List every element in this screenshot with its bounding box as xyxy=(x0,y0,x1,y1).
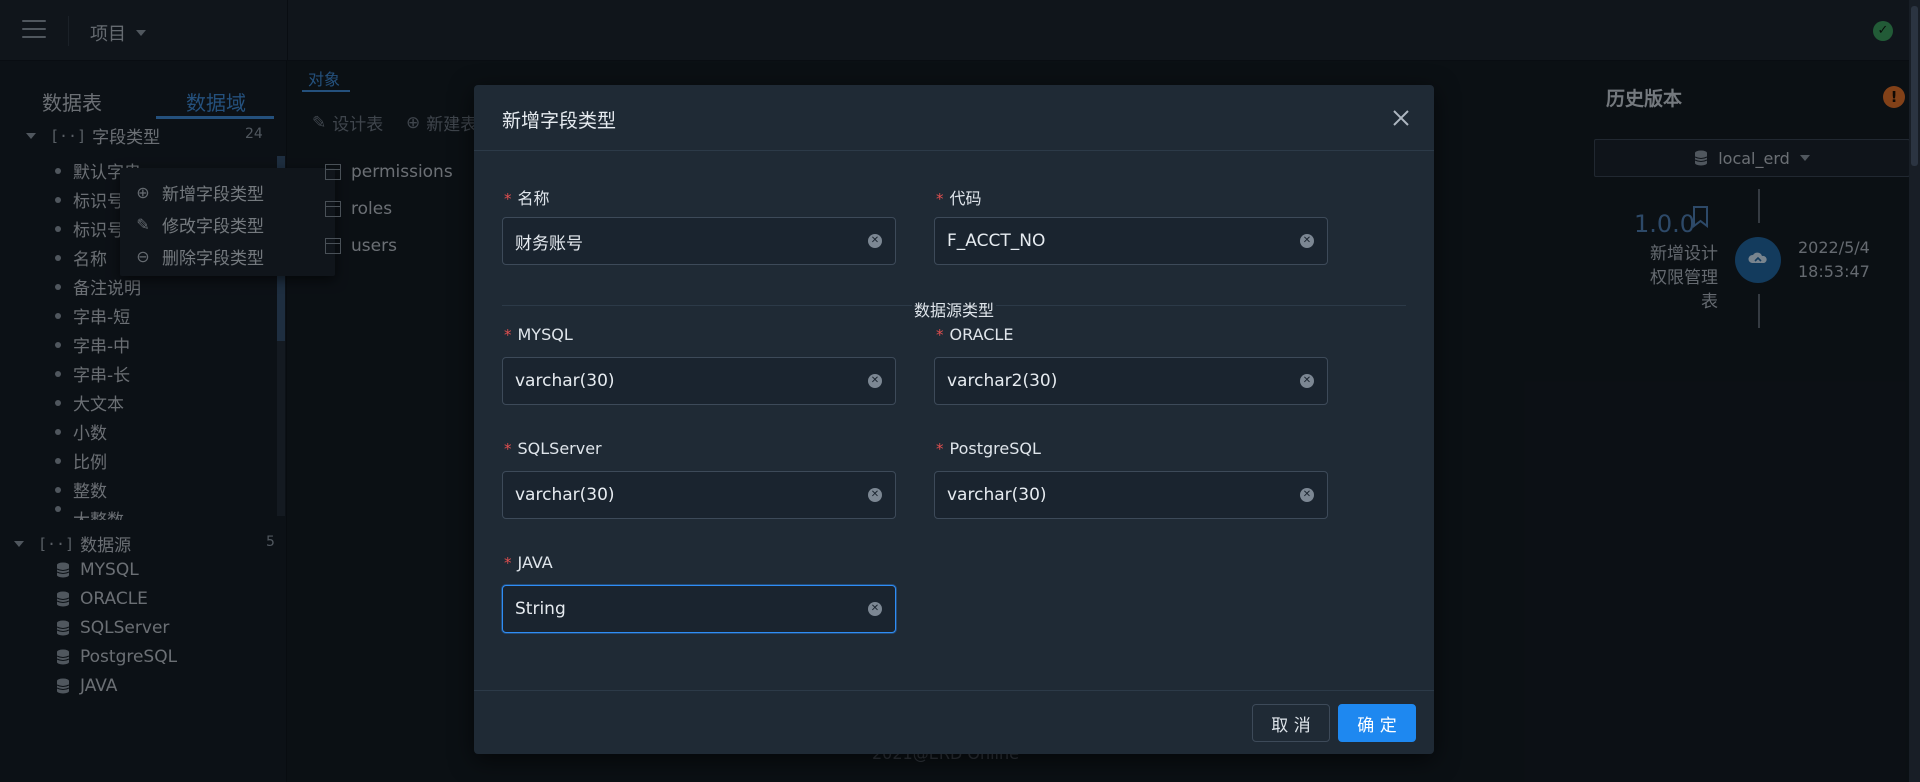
java-input-box: ✕ xyxy=(502,585,896,633)
oracle-input-box: ✕ xyxy=(934,357,1328,405)
required-asterisk: * xyxy=(504,326,512,344)
required-asterisk: * xyxy=(504,440,512,458)
clear-icon[interactable]: ✕ xyxy=(868,374,882,388)
oracle-input[interactable] xyxy=(947,358,1287,404)
java-input[interactable] xyxy=(515,586,855,632)
postgresql-label-text: PostgreSQL xyxy=(949,439,1041,458)
clear-icon[interactable]: ✕ xyxy=(1300,488,1314,502)
code-input[interactable] xyxy=(947,218,1287,264)
dialog-title: 新增字段类型 xyxy=(502,110,617,132)
confirm-button[interactable]: 确 定 xyxy=(1338,704,1416,742)
required-asterisk: * xyxy=(936,190,944,208)
required-asterisk: * xyxy=(504,190,512,208)
close-icon[interactable] xyxy=(1390,107,1412,129)
sqlserver-field-label: * SQLServer xyxy=(504,439,602,458)
add-field-type-dialog: 新增字段类型 * 名称 ✕ * 代码 ✕ 数据源类型 * MYSQL ✕ * ORACL… xyxy=(474,85,1434,754)
oracle-field-label: * ORACLE xyxy=(936,325,1013,344)
mysql-label-text: MYSQL xyxy=(517,325,573,344)
sqlserver-input-box: ✕ xyxy=(502,471,896,519)
oracle-label-text: ORACLE xyxy=(949,325,1014,344)
dialog-footer: 取 消 确 定 xyxy=(474,690,1434,754)
mysql-input-box: ✕ xyxy=(502,357,896,405)
clear-icon[interactable]: ✕ xyxy=(868,488,882,502)
required-asterisk: * xyxy=(504,554,512,572)
code-input-box: ✕ xyxy=(934,217,1328,265)
clear-icon[interactable]: ✕ xyxy=(868,234,882,248)
name-input-box: ✕ xyxy=(502,217,896,265)
name-field-label: * 名称 xyxy=(504,185,550,209)
code-label-text: 代码 xyxy=(949,189,982,208)
postgresql-input-box: ✕ xyxy=(934,471,1328,519)
section-divider-title: 数据源类型 xyxy=(912,297,997,321)
code-field-label: * 代码 xyxy=(936,185,982,209)
java-label-text: JAVA xyxy=(517,553,553,572)
sqlserver-input[interactable] xyxy=(515,472,855,518)
mysql-field-label: * MYSQL xyxy=(504,325,573,344)
clear-icon[interactable]: ✕ xyxy=(1300,374,1314,388)
cancel-button[interactable]: 取 消 xyxy=(1252,704,1330,742)
name-input[interactable] xyxy=(515,218,855,264)
postgresql-field-label: * PostgreSQL xyxy=(936,439,1041,458)
sqlserver-label-text: SQLServer xyxy=(517,439,602,458)
java-field-label: * JAVA xyxy=(504,553,553,572)
clear-icon[interactable]: ✕ xyxy=(1300,234,1314,248)
clear-icon[interactable]: ✕ xyxy=(868,602,882,616)
name-label-text: 名称 xyxy=(517,189,550,208)
dialog-header: 新增字段类型 xyxy=(474,85,1434,151)
postgresql-input[interactable] xyxy=(947,472,1287,518)
required-asterisk: * xyxy=(936,440,944,458)
required-asterisk: * xyxy=(936,326,944,344)
mysql-input[interactable] xyxy=(515,358,855,404)
